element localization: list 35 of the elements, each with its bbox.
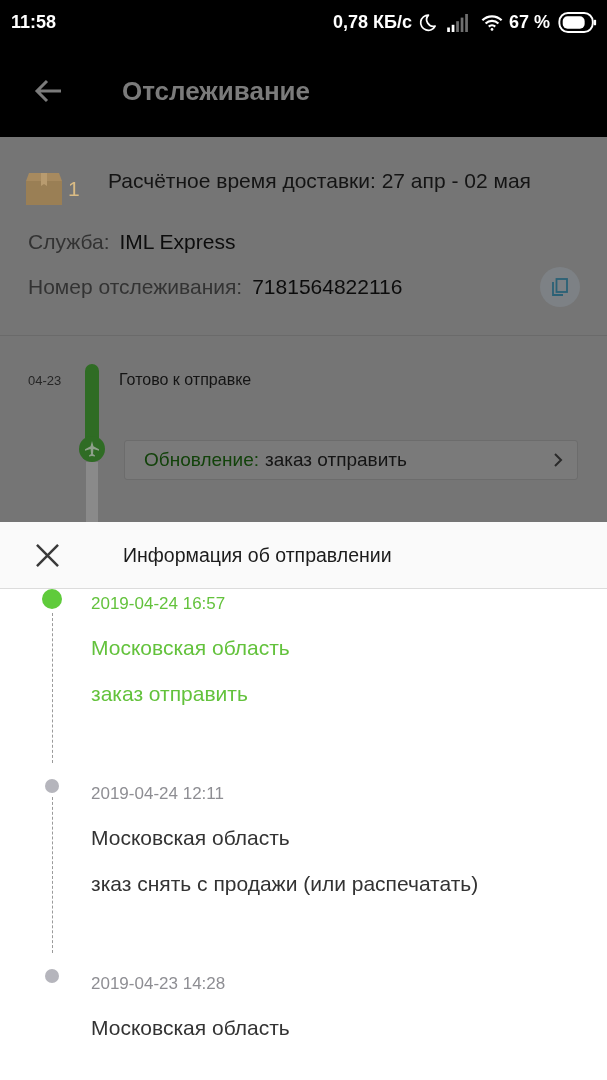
close-button[interactable] xyxy=(36,543,59,567)
timeline-date: 04-23 xyxy=(28,373,62,388)
signal-icon xyxy=(446,13,469,32)
field-label: Служба: xyxy=(28,229,110,254)
network-speed: 0,78 КБ/с xyxy=(333,12,412,33)
package-count: 1 xyxy=(68,177,80,201)
back-arrow-icon xyxy=(34,79,62,103)
battery-icon xyxy=(558,12,597,33)
wifi-icon xyxy=(480,14,503,31)
event-description: зказ снять с продажи (или распечатать) xyxy=(91,871,479,897)
field-label: Номер отслеживания: xyxy=(28,274,243,299)
sheet-title: Информация об отправлении xyxy=(123,543,392,567)
plane-icon xyxy=(79,436,105,462)
update-card[interactable]: Обновление: заказ отправить xyxy=(124,440,578,480)
event-location: Московская область xyxy=(91,635,290,661)
event-description: заказ отправить xyxy=(91,681,249,707)
event-time: 2019-04-24 12:11 xyxy=(91,783,225,805)
close-icon xyxy=(36,543,59,567)
battery-percent: 67 % xyxy=(508,12,550,33)
event-time: 2019-04-23 14:28 xyxy=(91,973,227,995)
moon-icon xyxy=(417,13,437,32)
field-value: IML Express xyxy=(119,229,236,254)
screen-title: Отслеживание xyxy=(122,75,311,107)
chevron-right-icon xyxy=(553,452,563,468)
delivery-estimate: Расчётное время доставки: 27 апр - 02 мая xyxy=(108,168,532,194)
timeline-status: Готово к отправке xyxy=(119,370,252,390)
field-value: 7181564822116 xyxy=(252,274,403,299)
event-location: Московская область xyxy=(91,825,291,851)
event-location: Московская область xyxy=(91,1015,290,1041)
package-icon xyxy=(26,173,62,205)
event-time: 2019-04-24 16:57 xyxy=(91,593,227,615)
back-button[interactable] xyxy=(34,79,62,103)
timeline-bar xyxy=(86,462,98,522)
status-time: 11:58 xyxy=(11,12,57,33)
copy-icon xyxy=(552,277,568,296)
